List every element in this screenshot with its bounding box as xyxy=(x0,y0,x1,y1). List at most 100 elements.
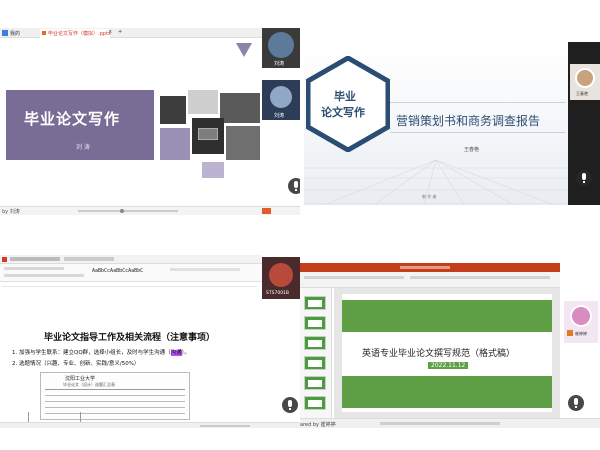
microphone-icon[interactable] xyxy=(288,178,300,194)
ppt-title-bar xyxy=(300,263,560,272)
scroll-track[interactable] xyxy=(78,210,178,212)
slide-thumbnail[interactable] xyxy=(304,356,326,370)
table-line xyxy=(45,413,185,414)
slide-thumbnail[interactable] xyxy=(304,336,326,350)
badge-line1: 毕业 xyxy=(334,90,356,103)
tab-placeholder[interactable] xyxy=(64,257,114,261)
shared-screen-liutao[interactable]: 我的 毕业论文写作（模拟）.pptx × + 毕业论文写作 刘 涛 by 刘涛 … xyxy=(0,28,300,215)
new-tab-icon[interactable]: + xyxy=(118,29,122,35)
avatar xyxy=(575,68,595,88)
ppt-file-icon xyxy=(42,31,46,35)
title-rule xyxy=(390,132,566,133)
participant-panel: STS7001B xyxy=(262,255,300,422)
list-item-text: ）。 xyxy=(181,350,190,356)
list-item: 2. 选题情况（兴趣、专业、创新、实践/意义/50%） xyxy=(12,361,140,367)
ribbon-toolbar: AaBbCcAaBbCcAaBbC xyxy=(0,264,262,282)
shared-screen-powerpoint[interactable]: 英语专业毕业论文撰写规范（格式稿） 2022.11.12 ared by 崔婷婷… xyxy=(300,263,600,428)
shared-by-label: by 刘涛 xyxy=(2,209,20,215)
collage-photo xyxy=(160,128,190,160)
ribbon-buttons[interactable] xyxy=(4,267,64,270)
ribbon-toolbar xyxy=(300,272,560,288)
title-rule xyxy=(390,102,566,103)
slide-canvas: 毕业论文写作 刘 涛 xyxy=(0,38,262,206)
table-line xyxy=(45,395,185,396)
avatar xyxy=(270,86,292,108)
green-band-top xyxy=(342,300,552,332)
table-line xyxy=(45,389,185,390)
zoom-slider[interactable] xyxy=(200,425,250,427)
shared-screen-wangchunyan[interactable]: 毕业 论文写作 营销策划书和商务调查报告 王春艳 制 作 者 王春艳 xyxy=(304,42,600,205)
participant-tile[interactable]: 刘涛 xyxy=(262,28,300,68)
host-badge-icon xyxy=(567,330,573,336)
slide-date: 2022.11.12 xyxy=(428,362,469,369)
shared-screen-document[interactable]: AaBbCcAaBbCcAaBbC 毕业论文指导工作及相关流程（注意事项） 1.… xyxy=(0,255,300,428)
form-header: 沈阳工业大学 xyxy=(65,376,96,382)
participant-tile[interactable]: STS7001B xyxy=(262,257,300,299)
participant-tile[interactable]: 刘涛 xyxy=(262,80,300,120)
collage-photo xyxy=(202,162,224,178)
ribbon-buttons[interactable] xyxy=(4,274,84,277)
participant-tile[interactable]: 王春艳 xyxy=(570,64,600,100)
slide-canvas: 毕业 论文写作 营销策划书和商务调查报告 王春艳 制 作 者 xyxy=(304,42,568,205)
embedded-form-image: 沈阳工业大学 毕业论文（设计）选题汇总表 xyxy=(40,372,190,420)
scroll-thumb[interactable] xyxy=(120,209,124,213)
slide-thumbnail[interactable] xyxy=(304,376,326,390)
ribbon-buttons[interactable] xyxy=(304,276,404,279)
tab-home[interactable]: 我的 xyxy=(10,30,20,37)
app-logo-icon xyxy=(2,257,7,262)
microphone-icon[interactable] xyxy=(576,170,592,186)
document-status-bar xyxy=(0,422,300,428)
form-title: 毕业论文（设计）选题汇总表 xyxy=(63,382,115,387)
laptop-image xyxy=(198,128,218,140)
slide-title: 营销策划书和商务调查报告 xyxy=(396,114,541,128)
slide-thumbnail[interactable] xyxy=(304,296,326,310)
title-band: 毕业论文写作 刘 涛 xyxy=(6,90,154,160)
document-page: 毕业论文指导工作及相关流程（注意事项） 1. 加强与学生联系：建立QQ群，选择小… xyxy=(0,282,262,422)
participant-tile[interactable]: 崔婷婷 xyxy=(564,301,598,343)
tab-document[interactable]: 毕业论文写作（模拟）.pptx xyxy=(48,30,111,37)
table-line xyxy=(80,412,81,422)
green-band-bottom xyxy=(342,376,552,408)
taskbar[interactable] xyxy=(380,422,500,425)
participant-panel: 刘涛 刘涛 xyxy=(262,28,300,206)
ribbon-buttons[interactable] xyxy=(410,276,550,279)
microphone-icon[interactable] xyxy=(282,397,298,413)
video-conference-grid: 我的 毕业论文写作（模拟）.pptx × + 毕业论文写作 刘 涛 by 刘涛 … xyxy=(0,0,600,450)
slide-canvas[interactable]: 英语专业毕业论文撰写规范（格式稿） 2022.11.12 xyxy=(342,294,552,412)
slide-author: 王春艳 xyxy=(464,147,480,153)
highlighted-text: 沟通 xyxy=(170,350,182,356)
slide-thumbnail[interactable] xyxy=(304,396,326,410)
table-line xyxy=(45,407,185,408)
avatar xyxy=(269,263,293,287)
decorative-triangle xyxy=(236,43,252,57)
participant-name: 刘涛 xyxy=(274,61,285,67)
participant-name: 刘涛 xyxy=(274,113,285,119)
bottom-status-bar: ared by 崔婷婷 xyxy=(300,418,600,428)
badge-line2: 论文写作 xyxy=(321,106,365,119)
editing-area: 英语专业毕业论文撰写规范（格式稿） 2022.11.12 xyxy=(334,288,560,418)
document-title: 毕业论文指导工作及相关流程（注意事项） xyxy=(44,333,216,343)
slideshow-button[interactable] xyxy=(262,208,271,214)
tab-placeholder[interactable] xyxy=(10,257,60,261)
slide-title: 毕业论文写作 xyxy=(24,110,121,128)
slide-footer: 制 作 者 xyxy=(422,194,437,199)
participant-panel: 王春艳 xyxy=(568,42,600,205)
collage-photo xyxy=(160,96,186,124)
ruler xyxy=(2,286,257,287)
tab-close-icon[interactable]: × xyxy=(108,29,112,35)
collage-photo xyxy=(220,93,260,123)
bottom-status-bar: by 刘涛 xyxy=(0,206,300,215)
app-tab-bar xyxy=(0,255,300,264)
collage-photo xyxy=(188,90,218,114)
table-line xyxy=(28,412,29,422)
style-preview[interactable]: AaBbCcAaBbCcAaBbC xyxy=(92,268,143,274)
avatar xyxy=(268,32,294,58)
app-logo-icon xyxy=(2,30,8,36)
ribbon-buttons[interactable] xyxy=(170,268,240,271)
collage-photo xyxy=(226,126,260,160)
collage-photo xyxy=(192,118,224,154)
slide-thumbnail[interactable] xyxy=(304,316,326,330)
microphone-icon[interactable] xyxy=(568,395,584,411)
participant-name: STS7001B xyxy=(266,291,290,296)
list-item-text: 1. 加强与学生联系：建立QQ群，选择小组长，及时与学生沟通（ xyxy=(12,350,171,356)
